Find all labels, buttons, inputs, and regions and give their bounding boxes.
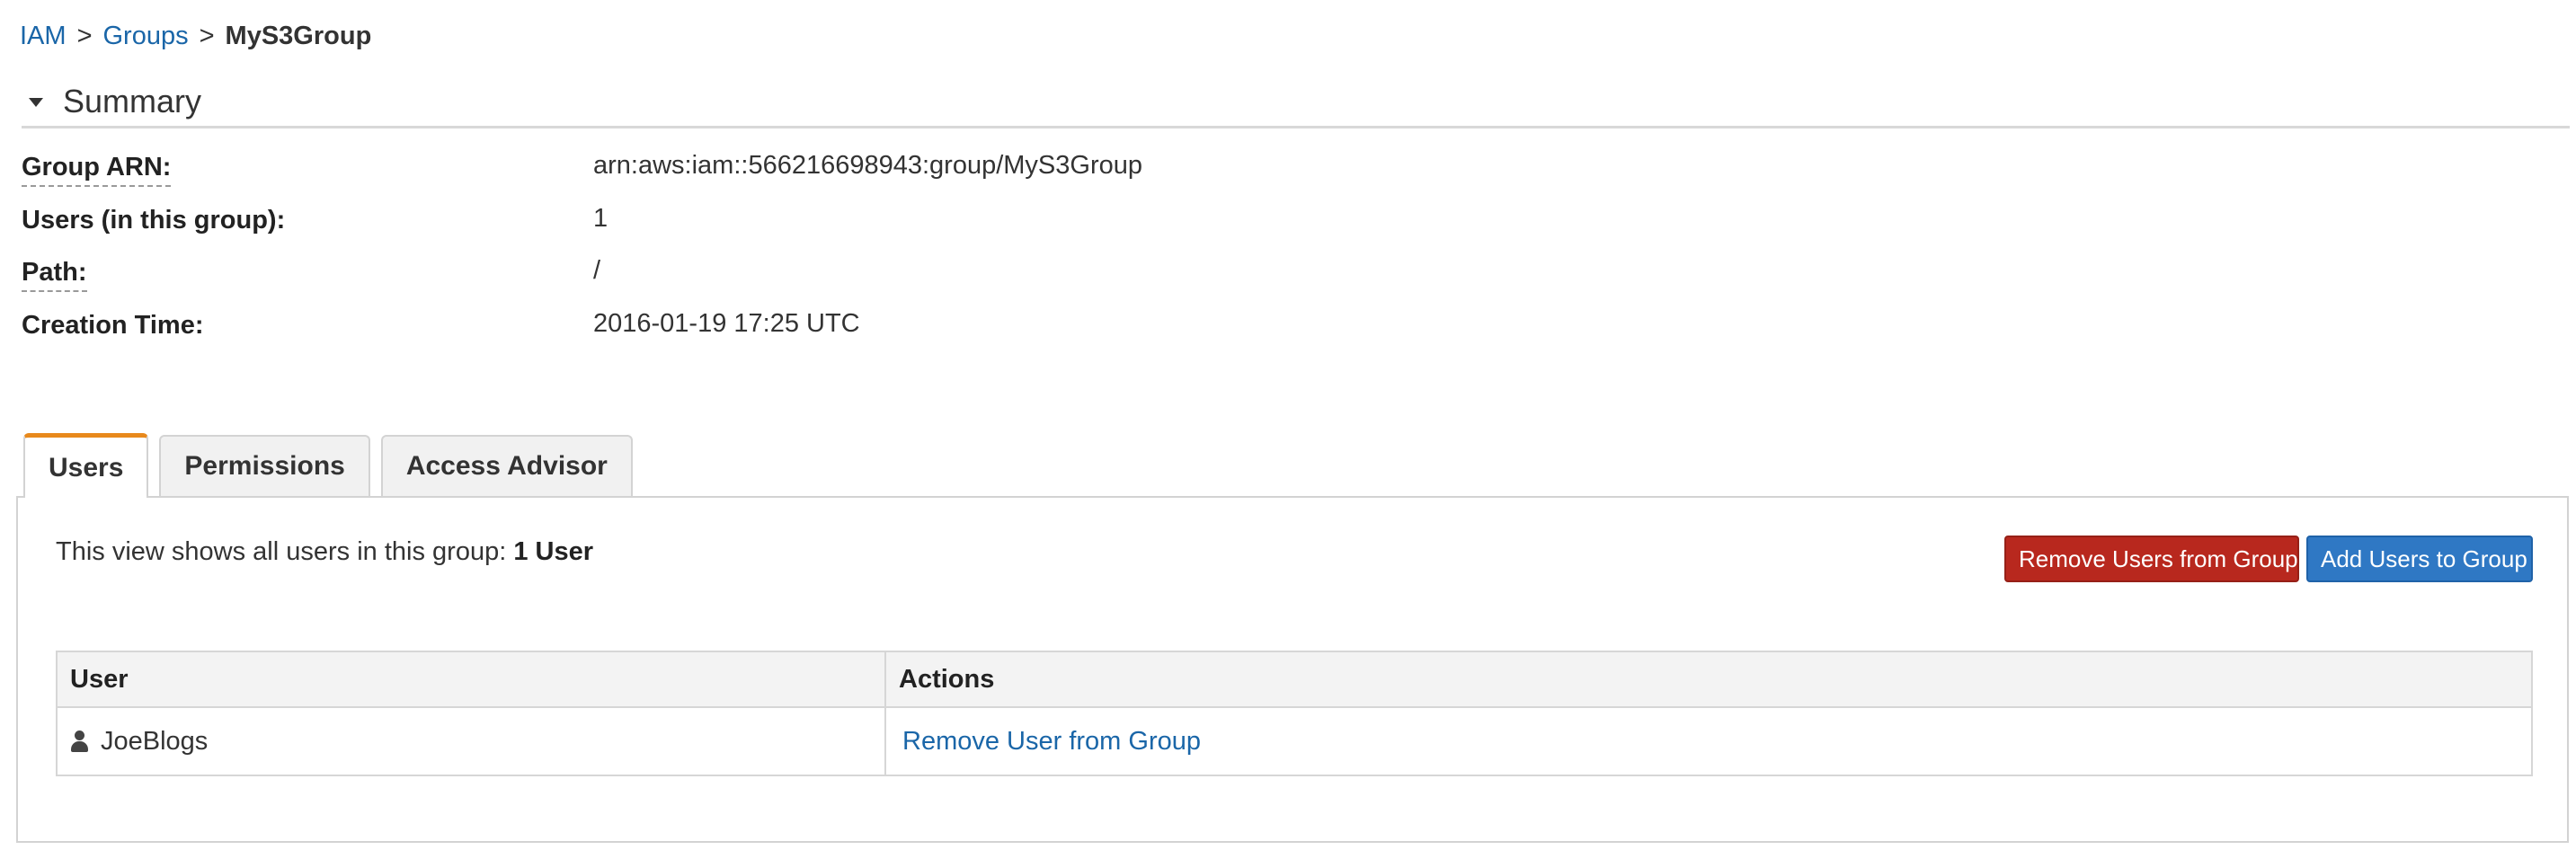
user-icon — [70, 730, 88, 752]
remove-users-button[interactable]: Remove Users from Group — [2004, 536, 2299, 582]
users-summary-text: This view shows all users in this group:… — [56, 534, 593, 570]
summary-section-toggle[interactable]: Summary — [22, 77, 2570, 128]
breadcrumb: IAM > Groups > MyS3Group — [20, 16, 371, 56]
column-header-actions: Actions — [884, 651, 2533, 708]
tab-bar: Users Permissions Access Advisor — [23, 433, 633, 498]
breadcrumb-separator: > — [76, 22, 93, 50]
summary-row-users-count: Users (in this group): 1 — [22, 202, 2538, 255]
creation-time-value: 2016-01-19 17:25 UTC — [593, 308, 860, 338]
column-header-user[interactable]: User — [56, 651, 886, 708]
path-label: Path: — [22, 254, 87, 292]
table-row: JoeBlogs Remove User from Group — [56, 706, 2533, 776]
table-header-row: User Actions — [56, 651, 2533, 708]
group-arn-value: arn:aws:iam::566216698943:group/MyS3Grou… — [593, 151, 1142, 180]
tab-permissions[interactable]: Permissions — [159, 435, 370, 496]
users-summary-count: 1 User — [513, 537, 593, 566]
user-cell: JoeBlogs — [56, 706, 886, 776]
tab-access-advisor[interactable]: Access Advisor — [380, 435, 633, 496]
caret-down-icon[interactable] — [29, 98, 43, 107]
breadcrumb-current: MyS3Group — [225, 22, 372, 50]
users-count-value: 1 — [593, 203, 608, 233]
users-table: User Actions JoeBlogs Remove User from G… — [56, 651, 2533, 776]
remove-user-link[interactable]: Remove User from Group — [899, 727, 1201, 756]
add-users-button[interactable]: Add Users to Group — [2306, 536, 2533, 582]
actions-cell: Remove User from Group — [884, 706, 2533, 776]
breadcrumb-separator: > — [199, 22, 215, 50]
breadcrumb-groups-link[interactable]: Groups — [103, 22, 189, 50]
summary-row-group-arn: Group ARN: arn:aws:iam::566216698943:gro… — [22, 149, 2538, 202]
summary-details: Group ARN: arn:aws:iam::566216698943:gro… — [22, 149, 2538, 359]
summary-row-creation-time: Creation Time: 2016-01-19 17:25 UTC — [22, 307, 2538, 360]
summary-title: Summary — [63, 83, 202, 120]
summary-row-path: Path: / — [22, 254, 2538, 307]
breadcrumb-iam-link[interactable]: IAM — [20, 22, 67, 50]
group-arn-label: Group ARN: — [22, 149, 172, 187]
users-summary-label: This view shows all users in this group: — [56, 537, 507, 566]
creation-time-label: Creation Time: — [22, 310, 204, 340]
user-name: JoeBlogs — [101, 726, 209, 756]
users-tab-panel: This view shows all users in this group:… — [16, 496, 2569, 843]
path-value: / — [593, 256, 601, 285]
users-count-label: Users (in this group): — [22, 205, 286, 235]
tab-users[interactable]: Users — [23, 433, 149, 498]
